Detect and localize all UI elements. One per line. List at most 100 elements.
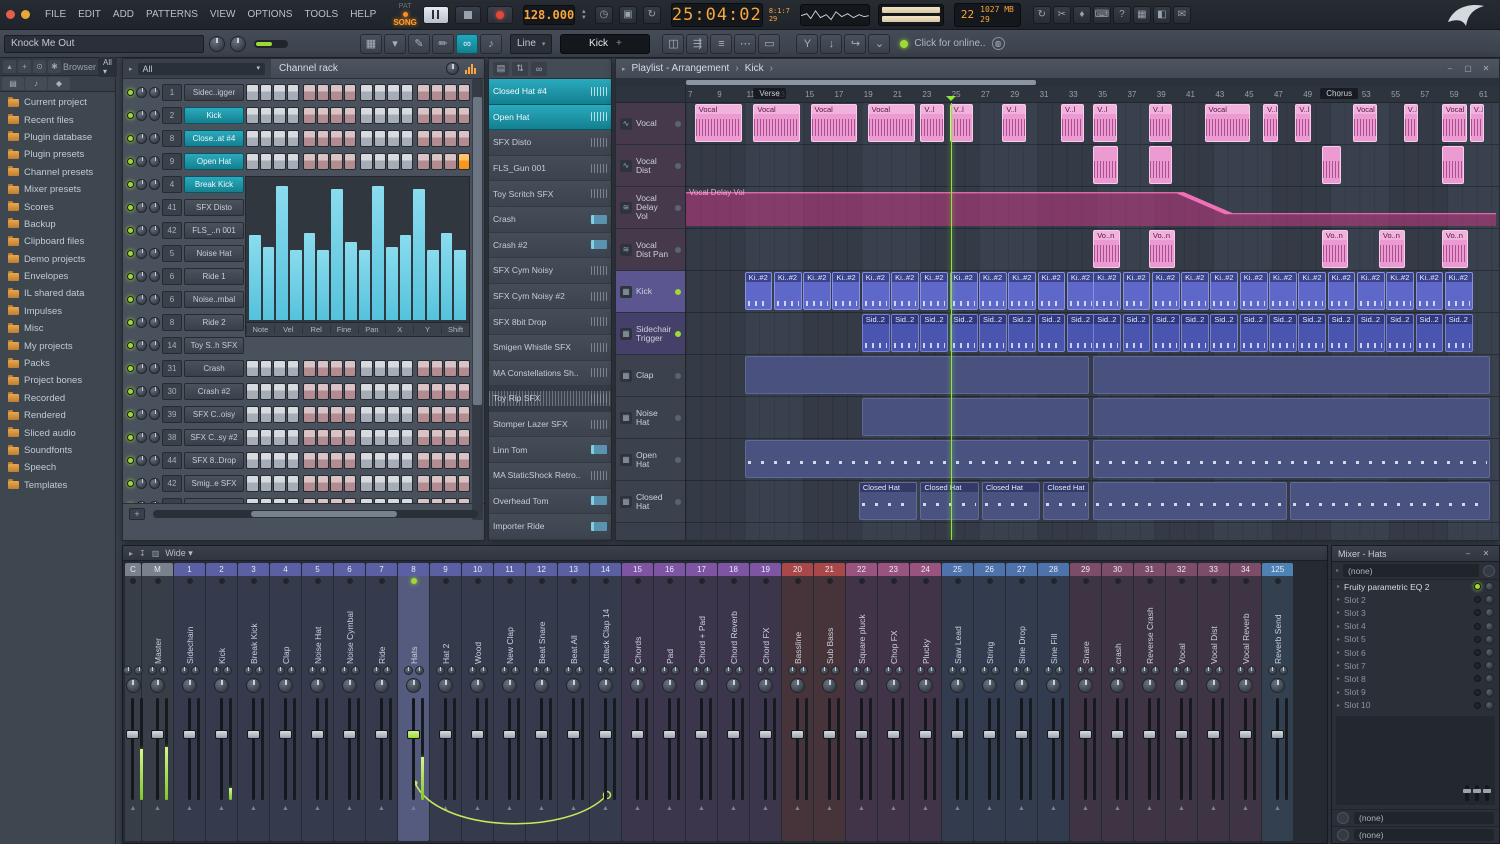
chat-icon[interactable]: ✉ xyxy=(1173,6,1191,24)
timeline-ruler[interactable]: 7911131517192123252729313335373941434547… xyxy=(686,86,1499,102)
strip-eq-knob[interactable] xyxy=(159,666,168,675)
clip-kick[interactable]: Ki..#2 xyxy=(920,272,948,310)
mixer-strip-number[interactable]: 34 xyxy=(1230,563,1261,576)
mixer-strip-led[interactable] xyxy=(1275,578,1281,584)
strip-pan-knob[interactable] xyxy=(694,678,709,693)
slot-enable-led[interactable] xyxy=(1474,702,1481,709)
mixer-strip-c[interactable]: C▲ xyxy=(125,563,141,841)
step-cell[interactable] xyxy=(417,84,430,101)
project-title-input[interactable] xyxy=(4,35,204,53)
mixer-strip-wood[interactable]: 10Wood▲ xyxy=(462,563,493,841)
clip-side[interactable]: Sid..2 xyxy=(1181,314,1209,352)
graph-label-rel[interactable]: Rel xyxy=(302,325,330,334)
step-cell[interactable] xyxy=(387,153,400,170)
mixer-strip-led[interactable] xyxy=(251,578,257,584)
strip-fader[interactable] xyxy=(628,696,648,802)
step-cell[interactable] xyxy=(330,130,343,147)
step-cell[interactable] xyxy=(360,475,373,492)
graph-mode-icon[interactable] xyxy=(465,64,476,74)
strip-route-icon[interactable]: ▲ xyxy=(282,802,289,815)
browser-item-templates[interactable]: Templates xyxy=(0,477,115,494)
mixer-view-select[interactable]: Wide ▾ xyxy=(165,548,193,559)
channel-enable-led[interactable] xyxy=(127,480,134,487)
mixer-strip-hat-2[interactable]: 9Hat 2▲ xyxy=(430,563,461,841)
slot-mix-knob[interactable] xyxy=(1485,688,1494,697)
browser-item-clipboard-files[interactable]: Clipboard files xyxy=(0,233,115,250)
clip-side[interactable]: Sid..2 xyxy=(1445,314,1473,352)
step-cell[interactable] xyxy=(360,84,373,101)
channel-button[interactable]: SFX 8..Drop xyxy=(184,452,244,469)
mixer-strip-beat-all[interactable]: 13Beat All▲ xyxy=(558,563,589,841)
clip-vocal[interactable]: Vocal xyxy=(868,104,915,142)
step-cell[interactable] xyxy=(360,406,373,423)
fader-thumb[interactable] xyxy=(1207,730,1220,739)
strip-stereo-knob[interactable] xyxy=(340,666,349,675)
clip-hat[interactable]: Closed Hat xyxy=(982,482,1041,520)
step-cell[interactable] xyxy=(330,383,343,400)
fader-thumb[interactable] xyxy=(407,730,420,739)
channel-pan-knob[interactable] xyxy=(136,317,147,328)
fader-thumb[interactable] xyxy=(126,730,139,739)
mixer-strip-number[interactable]: 12 xyxy=(526,563,557,576)
channel-button[interactable]: Ride 2 xyxy=(184,314,244,331)
channel-volume-knob[interactable] xyxy=(149,225,160,236)
slot-enable-led[interactable] xyxy=(1474,675,1481,682)
step-cell[interactable] xyxy=(287,475,300,492)
channel-pan-knob[interactable] xyxy=(136,133,147,144)
playhead-marker[interactable] xyxy=(946,96,956,102)
clip-hat[interactable]: Closed Hat xyxy=(920,482,979,520)
browser-item-current-project[interactable]: Current project xyxy=(0,94,115,111)
clip-vocal[interactable]: Vocal xyxy=(1442,104,1467,142)
step-cell[interactable] xyxy=(317,429,330,446)
strip-pan-knob[interactable] xyxy=(502,678,517,693)
mixer-strip-number[interactable]: 33 xyxy=(1198,563,1229,576)
panel-arrow-icon[interactable]: ▸ xyxy=(622,65,626,73)
step-cell[interactable] xyxy=(374,360,387,377)
fader-thumb[interactable] xyxy=(599,730,612,739)
sample-item[interactable]: SFX Disto xyxy=(489,130,611,156)
strip-pan-knob[interactable] xyxy=(342,678,357,693)
strip-pan-knob[interactable] xyxy=(1014,678,1029,693)
channel-volume-knob[interactable] xyxy=(149,455,160,466)
browser-item-rendered[interactable]: Rendered xyxy=(0,407,115,424)
mixer-strip-vocal-reverb[interactable]: 34Vocal Reverb▲ xyxy=(1230,563,1261,841)
mixer-strip-led[interactable] xyxy=(411,578,417,584)
channel-enable-led[interactable] xyxy=(127,273,134,280)
slot-mix-knob[interactable] xyxy=(1485,582,1494,591)
strip-eq-knob[interactable] xyxy=(863,666,872,675)
mixer-strip-number[interactable]: 125 xyxy=(1262,563,1293,576)
step-cell[interactable] xyxy=(303,406,316,423)
mixer-strip-number[interactable]: 27 xyxy=(1006,563,1037,576)
mixer-strip-hats[interactable]: 8Hats▲ xyxy=(398,563,429,841)
step-cell[interactable] xyxy=(303,429,316,446)
strip-fader[interactable] xyxy=(148,696,168,802)
clip-vocal[interactable]: Vo..n xyxy=(1442,230,1468,268)
fader-thumb[interactable] xyxy=(983,730,996,739)
velocity-bar[interactable] xyxy=(441,233,453,320)
fader-thumb[interactable] xyxy=(247,730,260,739)
mixer-strip-number[interactable]: 14 xyxy=(590,563,621,576)
strip-eq-knob[interactable] xyxy=(831,666,840,675)
mixer-strip-sine-drop[interactable]: 27Sine Drop▲ xyxy=(1006,563,1037,841)
fader-thumb[interactable] xyxy=(279,730,292,739)
clip-side[interactable]: Sid..2 xyxy=(1093,314,1121,352)
clip-side[interactable]: Sid..2 xyxy=(1038,314,1066,352)
channel-pan-knob[interactable] xyxy=(136,248,147,259)
clip-side[interactable]: Sid..2 xyxy=(979,314,1007,352)
online-hint[interactable]: Click for online.. ◍ xyxy=(900,37,1004,50)
channel-button[interactable]: Kick xyxy=(184,107,244,124)
strip-fader[interactable] xyxy=(1012,696,1032,802)
browser-item-mixer-presets[interactable]: Mixer presets xyxy=(0,181,115,198)
step-cell[interactable] xyxy=(260,383,273,400)
strip-pan-knob[interactable] xyxy=(918,678,933,693)
clip-kick[interactable]: Ki..#2 xyxy=(1152,272,1180,310)
strip-eq-knob[interactable] xyxy=(703,666,712,675)
clip-side[interactable]: Sid..2 xyxy=(920,314,948,352)
step-cell[interactable] xyxy=(431,107,444,124)
graph-label-shift[interactable]: Shift xyxy=(441,325,469,334)
window-close-dot[interactable] xyxy=(6,10,15,19)
download-icon[interactable]: ↓ xyxy=(820,34,842,54)
browser-item-plugin-database[interactable]: Plugin database xyxy=(0,129,115,146)
velocity-bar[interactable] xyxy=(263,247,275,320)
step-cell[interactable] xyxy=(374,383,387,400)
